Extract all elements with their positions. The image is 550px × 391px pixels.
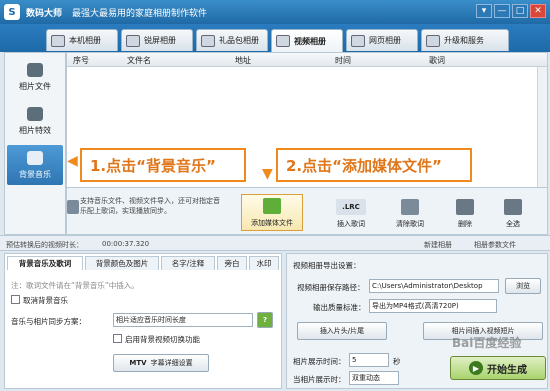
list-scrollbar[interactable] bbox=[537, 67, 547, 187]
cancel-music-checkbox[interactable] bbox=[11, 295, 20, 304]
col-lyrics: 歌词 bbox=[429, 56, 445, 65]
insert-header-footer-button[interactable]: 插入片头/片尾 bbox=[297, 322, 387, 340]
app-logo: S bbox=[4, 4, 20, 20]
insert-lyrics-button[interactable]: .LRC 插入歌词 bbox=[326, 194, 376, 231]
col-time: 时间 bbox=[335, 56, 351, 65]
gift-icon bbox=[201, 34, 215, 47]
quality-label: 输出质量标准： bbox=[313, 303, 366, 312]
play-icon: ▶ bbox=[469, 361, 483, 375]
col-filename: 文件名 bbox=[127, 56, 151, 65]
add-music-icon bbox=[263, 198, 281, 214]
select-all-icon bbox=[504, 199, 522, 215]
upgrade-icon bbox=[426, 34, 440, 47]
duration-label: 预估转换后的视频时长： bbox=[6, 241, 83, 249]
subtitle-settings-button[interactable]: MTV 字幕详细设置 bbox=[113, 354, 209, 372]
tab-local-album[interactable]: 本机相册 bbox=[46, 29, 118, 51]
help-icon[interactable]: ? bbox=[257, 312, 273, 328]
sync-label: 音乐与相片同步方案： bbox=[11, 317, 86, 326]
list-header: 序号 文件名 地址 时间 歌词 bbox=[67, 53, 547, 67]
add-media-button[interactable]: 添加媒体文件 bbox=[241, 194, 303, 231]
album-type-tabs: 本机相册 锐屏相册 礼品包相册 视频相册 网页相册 升级和服务 bbox=[0, 24, 550, 52]
callout-step1: 1.点击“背景音乐” bbox=[80, 148, 246, 182]
music-note-icon bbox=[27, 150, 43, 165]
col-index: 序号 bbox=[73, 56, 89, 65]
export-title: 视频相册导出设置： bbox=[293, 261, 361, 270]
title-bar: S 数码大师 最强大最易用的家庭相册制作软件 ▾ — □ ✕ bbox=[0, 0, 550, 24]
delete-button[interactable]: 删除 bbox=[448, 194, 482, 231]
save-path-input[interactable]: C:\Users\Administrator\Desktop bbox=[369, 279, 499, 293]
photo-time-input[interactable]: 5 bbox=[349, 353, 389, 367]
sync-select[interactable]: 相片适应音乐时间长度 bbox=[113, 313, 253, 327]
import-hint: 支持音乐文件、视频文件导入，还可对指定音乐配上歌词，实现播放同步。 bbox=[80, 197, 220, 215]
nav-item-background-music[interactable]: 背景音乐 bbox=[7, 145, 63, 185]
start-generate-button[interactable]: ▶ 开始生成 bbox=[450, 356, 546, 380]
tab-upgrade-service[interactable]: 升级和服务 bbox=[421, 29, 509, 51]
clear-icon bbox=[401, 199, 419, 215]
new-album-button[interactable]: 新建相册 bbox=[424, 240, 452, 250]
clear-lyrics-button[interactable]: 清除歌词 bbox=[388, 194, 432, 231]
screen-icon bbox=[126, 34, 140, 47]
note-icon bbox=[67, 200, 79, 214]
tab-video-album[interactable]: 视频相册 bbox=[271, 29, 343, 52]
mtv-label: MTV bbox=[129, 359, 147, 367]
save-path-label: 视频相册保存路径： bbox=[297, 283, 365, 292]
lrc-icon: .LRC bbox=[336, 199, 366, 215]
enable-switch-label: 启用背景视频切换功能 bbox=[125, 335, 200, 344]
close-icon[interactable]: ✕ bbox=[530, 4, 546, 18]
menu-dropdown-icon[interactable]: ▾ bbox=[476, 4, 492, 18]
tab-web-album[interactable]: 网页相册 bbox=[346, 29, 418, 51]
nav-item-photo-effects[interactable]: 相片特效 bbox=[7, 101, 63, 141]
browse-button[interactable]: 浏览 bbox=[505, 278, 541, 294]
web-icon bbox=[351, 34, 365, 47]
callout-arrow-down: ▼ bbox=[262, 166, 273, 182]
effects-icon bbox=[27, 106, 43, 121]
tab-narration[interactable]: 旁白 bbox=[217, 256, 247, 270]
baidu-watermark: Bai百度经验 bbox=[452, 336, 522, 350]
quality-select[interactable]: 导出为MP4格式(高清720P) bbox=[369, 299, 497, 313]
cancel-music-label: 取消背景音乐 bbox=[23, 296, 68, 305]
col-path: 地址 bbox=[235, 56, 251, 65]
app-name: 数码大师 bbox=[26, 8, 63, 19]
tab-bg-color-image[interactable]: 背景颜色及图片 bbox=[85, 256, 159, 270]
music-settings-panel: 背景音乐及歌词 背景颜色及图片 名字/注释 旁白 水印 注：歌词文件请在“背景音… bbox=[4, 253, 282, 389]
tab-watermark[interactable]: 水印 bbox=[249, 256, 279, 270]
window-controls: ▾ — □ ✕ bbox=[476, 4, 546, 18]
display-effect-label: 当相片展示时： bbox=[293, 375, 346, 384]
camera-icon bbox=[27, 62, 43, 77]
nav-item-photo-files[interactable]: 相片文件 bbox=[7, 57, 63, 97]
enable-switch-checkbox[interactable] bbox=[113, 334, 122, 343]
video-icon bbox=[276, 35, 290, 47]
left-nav: 相片文件 相片特效 背景音乐 bbox=[4, 52, 66, 235]
photo-time-unit: 秒 bbox=[393, 357, 401, 366]
tab-screen-album[interactable]: 锐屏相册 bbox=[121, 29, 193, 51]
callout-step2: 2.点击“添加媒体文件” bbox=[276, 148, 472, 182]
trash-icon bbox=[456, 199, 474, 215]
app-slogan: 最强大最易用的家庭相册制作软件 bbox=[72, 8, 208, 19]
minimize-icon[interactable]: — bbox=[494, 4, 510, 18]
callout-arrow-left: ◀ bbox=[67, 153, 78, 169]
duration-value: 00:00:37.320 bbox=[102, 240, 150, 248]
maximize-icon[interactable]: □ bbox=[512, 4, 528, 18]
album-params-button[interactable]: 相册参数文件 bbox=[474, 240, 516, 250]
select-all-button[interactable]: 全选 bbox=[496, 194, 530, 231]
tab-gift-album[interactable]: 礼品包相册 bbox=[196, 29, 268, 51]
lyrics-note: 注：歌词文件请在“背景音乐”中插入。 bbox=[11, 281, 139, 290]
photo-time-label: 相片展示时间： bbox=[293, 357, 346, 366]
tab-music-lyrics[interactable]: 背景音乐及歌词 bbox=[7, 256, 83, 270]
album-icon bbox=[51, 34, 65, 47]
status-bar: 预估转换后的视频时长： 00:00:37.320 新建相册 相册参数文件 bbox=[0, 235, 550, 251]
tab-name-comment[interactable]: 名字/注释 bbox=[161, 256, 215, 270]
display-effect-select[interactable]: 双重动态 bbox=[349, 371, 399, 385]
